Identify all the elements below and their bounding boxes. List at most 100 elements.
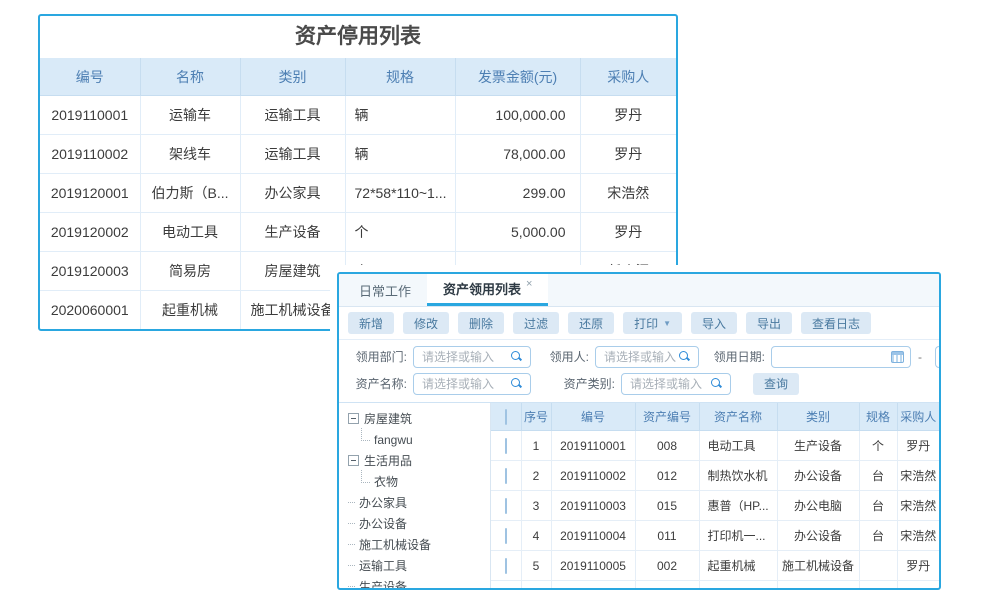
select-all-checkbox[interactable]	[505, 409, 507, 425]
add-button[interactable]: 新增	[348, 312, 394, 334]
asset-name-link[interactable]: 简易房	[140, 252, 240, 291]
asset-spec: 72*58*110~1...	[345, 174, 455, 213]
row-checkbox[interactable]	[505, 498, 507, 514]
row-checkbox[interactable]	[505, 558, 507, 574]
search-icon[interactable]	[510, 350, 523, 363]
asset-name-link[interactable]: 起重机械	[140, 291, 240, 330]
asset-name-link[interactable]: 伯力斯（B...	[140, 174, 240, 213]
record-id-link[interactable]: 2019110006	[551, 581, 635, 589]
edit-button[interactable]: 修改	[403, 312, 449, 334]
requisition-table: 序号 编号 资产编号 资产名称 类别 规格 采购人 1 2019110001	[491, 403, 939, 588]
asset-category: 办公设备	[777, 461, 859, 491]
purchaser-link[interactable]: 罗丹	[897, 431, 939, 461]
column-header: 采购人	[897, 403, 939, 431]
query-button[interactable]: 查询	[753, 373, 799, 395]
tree-node-daily-goods[interactable]: 生活用品	[348, 450, 490, 471]
tab-bar: 日常工作 资产领用列表 ×	[339, 274, 939, 307]
asset-id-link[interactable]: 2019120003	[40, 252, 140, 291]
asset-id-link[interactable]: 2019120001	[40, 174, 140, 213]
record-id-link[interactable]: 2019110003	[551, 491, 635, 521]
asset-spec: 个	[859, 431, 897, 461]
row-checkbox[interactable]	[505, 468, 507, 484]
search-icon[interactable]	[510, 377, 523, 390]
search-icon[interactable]	[678, 350, 691, 363]
user-label: 领用人:	[543, 348, 589, 365]
purchaser-link[interactable]: 宋浩然	[897, 461, 939, 491]
restore-button[interactable]: 还原	[568, 312, 614, 334]
record-id-link[interactable]: 2019110001	[551, 431, 635, 461]
date-from-input[interactable]	[772, 350, 891, 364]
close-icon[interactable]: ×	[526, 278, 532, 290]
purchaser-link[interactable]: 宋浩然	[897, 521, 939, 551]
delete-button[interactable]: 删除	[458, 312, 504, 334]
asset-name-link[interactable]: 运输车	[140, 96, 240, 135]
collapse-icon[interactable]	[348, 413, 359, 424]
asset-name-link[interactable]: 架线车	[140, 135, 240, 174]
collapse-icon[interactable]	[348, 455, 359, 466]
asset-name-link[interactable]: 打印机一...	[699, 521, 777, 551]
asset-code-link[interactable]: 007	[635, 581, 699, 589]
asset-code-link[interactable]: 015	[635, 491, 699, 521]
asset-spec: 辆	[345, 96, 455, 135]
asset-requisition-panel: 日常工作 资产领用列表 × 新增 修改 删除 过滤 还原 打印 ▼ 导入 导出 …	[337, 272, 941, 590]
asset-category: 房屋建筑	[240, 252, 345, 291]
asset-name-link[interactable]: 起重机械	[699, 551, 777, 581]
asset-name-input[interactable]	[414, 377, 510, 391]
tree-node-fangwu[interactable]: fangwu	[348, 429, 490, 450]
user-input[interactable]	[596, 350, 678, 364]
record-id-link[interactable]: 2019110002	[551, 461, 635, 491]
asset-category-input[interactable]	[622, 377, 710, 391]
view-log-button[interactable]: 查看日志	[801, 312, 871, 334]
tree-node-construction-machinery[interactable]: 施工机械设备	[348, 534, 490, 555]
purchaser-link[interactable]: 罗丹	[897, 551, 939, 581]
purchaser-link[interactable]: 宋浩然	[897, 491, 939, 521]
tree-node-office-furniture[interactable]: 办公家具	[348, 492, 490, 513]
tree-node-housing[interactable]: 房屋建筑	[348, 408, 490, 429]
checkbox-cell	[491, 491, 521, 521]
tree-node-clothes[interactable]: 衣物	[348, 471, 490, 492]
asset-code-link[interactable]: 011	[635, 521, 699, 551]
asset-name-link[interactable]: 电动工具	[699, 431, 777, 461]
purchaser-link[interactable]: 罗丹	[580, 96, 676, 135]
record-id-link[interactable]: 2019110005	[551, 551, 635, 581]
asset-id-link[interactable]: 2019110001	[40, 96, 140, 135]
purchaser-link[interactable]: 罗丹	[897, 581, 939, 589]
asset-code-link[interactable]: 012	[635, 461, 699, 491]
row-checkbox[interactable]	[505, 588, 507, 589]
import-button[interactable]: 导入	[691, 312, 737, 334]
asset-id-link[interactable]: 2019110002	[40, 135, 140, 174]
search-icon[interactable]	[710, 377, 723, 390]
tree-node-production-equipment[interactable]: 生产设备	[348, 576, 490, 588]
tab-asset-requisition-list[interactable]: 资产领用列表 ×	[427, 274, 548, 306]
row-checkbox[interactable]	[505, 438, 507, 454]
date-range-separator: -	[918, 350, 922, 364]
asset-id-link[interactable]: 2019120002	[40, 213, 140, 252]
dept-label: 领用部门:	[349, 348, 407, 365]
asset-spec	[859, 551, 897, 581]
print-dropdown-button[interactable]: 打印 ▼	[623, 312, 682, 334]
purchaser-link[interactable]: 罗丹	[580, 213, 676, 252]
row-checkbox[interactable]	[505, 528, 507, 544]
asset-name-link[interactable]: 电动工具	[140, 213, 240, 252]
dept-input[interactable]	[414, 350, 510, 364]
tab-daily-work[interactable]: 日常工作	[343, 274, 427, 306]
table-row: 2 2019110002 012 制热饮水机 办公设备 台 宋浩然	[491, 461, 939, 491]
tree-node-transport-tools[interactable]: 运输工具	[348, 555, 490, 576]
purchaser-link[interactable]: 宋浩然	[580, 174, 676, 213]
asset-code-link[interactable]: 002	[635, 551, 699, 581]
asset-name-label: 资产名称:	[349, 375, 407, 392]
asset-code-link[interactable]: 008	[635, 431, 699, 461]
calendar-icon[interactable]	[891, 351, 904, 363]
purchaser-link[interactable]: 罗丹	[580, 135, 676, 174]
asset-id-link[interactable]: 2020060001	[40, 291, 140, 330]
asset-category: 办公电脑	[777, 491, 859, 521]
date-to-input[interactable]	[936, 350, 941, 364]
tree-node-office-equipment[interactable]: 办公设备	[348, 513, 490, 534]
asset-spec: 台	[859, 521, 897, 551]
asset-name-link[interactable]: 制热饮水机	[699, 461, 777, 491]
asset-name-link[interactable]: 惠普（HP...	[699, 491, 777, 521]
export-button[interactable]: 导出	[746, 312, 792, 334]
asset-name-link[interactable]: 架线车	[699, 581, 777, 589]
filter-button[interactable]: 过滤	[513, 312, 559, 334]
record-id-link[interactable]: 2019110004	[551, 521, 635, 551]
